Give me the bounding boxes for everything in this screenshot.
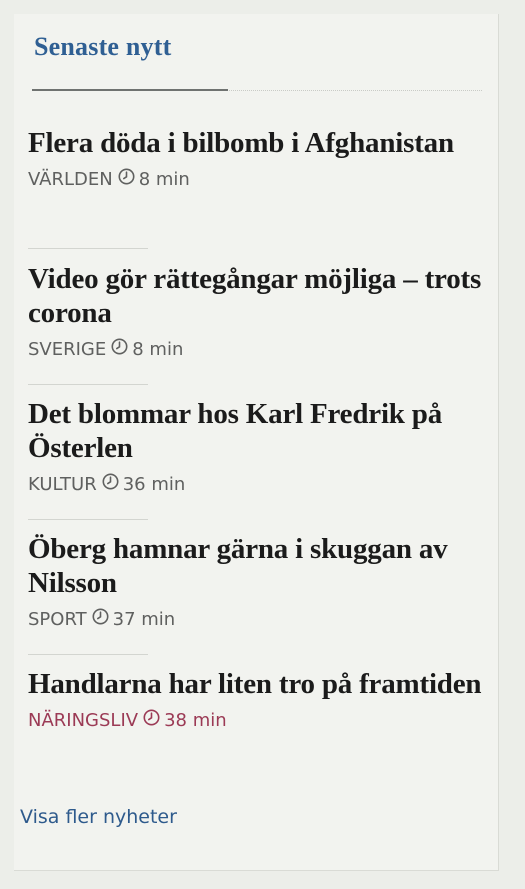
news-category: VÄRLDEN [28,168,113,190]
news-meta: NÄRINGSLIV 38 min [28,708,484,732]
clock-icon [118,168,135,190]
news-meta: SVERIGE 8 min [28,337,484,361]
news-meta: SPORT 37 min [28,607,484,631]
news-title[interactable]: Flera döda i bilbomb i Afghanistan [28,126,484,160]
news-meta: KULTUR 36 min [28,472,484,496]
news-divider [28,384,148,385]
news-item[interactable]: Det blommar hos Karl Fredrik på Österlen… [28,397,484,496]
news-list: Flera döda i bilbomb i Afghanistan VÄRLD… [14,14,498,870]
news-title[interactable]: Öberg hamnar gärna i skuggan av Nilsson [28,532,484,600]
news-title[interactable]: Video gör rättegångar möjliga – trots co… [28,262,484,330]
news-time: 38 min [164,709,227,731]
news-time: 36 min [122,473,186,495]
news-category: SPORT [28,608,87,630]
news-item[interactable]: Handlarna har liten tro på framtiden NÄR… [28,667,484,732]
news-time: 8 min [138,168,190,190]
news-divider [28,519,148,520]
news-time: 37 min [112,608,176,630]
news-divider [28,248,148,249]
news-title[interactable]: Det blommar hos Karl Fredrik på Österlen [28,397,484,465]
news-title[interactable]: Handlarna har liten tro på framtiden [28,667,484,701]
news-category: NÄRINGSLIV [28,709,139,731]
news-category: SVERIGE [28,338,107,360]
latest-news-panel: Senaste nytt Flera döda i bilbomb i Afgh… [14,14,499,871]
news-item[interactable]: Flera döda i bilbomb i Afghanistan VÄRLD… [28,126,484,191]
news-divider [28,654,148,655]
news-meta: VÄRLDEN 8 min [28,167,484,191]
clock-icon [143,709,160,731]
news-category: KULTUR [28,473,97,495]
clock-icon [111,338,128,360]
clock-icon [92,608,109,630]
news-item[interactable]: Video gör rättegångar möjliga – trots co… [28,262,484,361]
news-time: 8 min [132,338,184,360]
clock-icon [102,473,119,495]
news-item[interactable]: Öberg hamnar gärna i skuggan av Nilsson … [28,532,484,631]
page: Senaste nytt Flera döda i bilbomb i Afgh… [0,0,525,889]
show-more-news-link[interactable]: Visa fler nyheter [20,806,177,828]
